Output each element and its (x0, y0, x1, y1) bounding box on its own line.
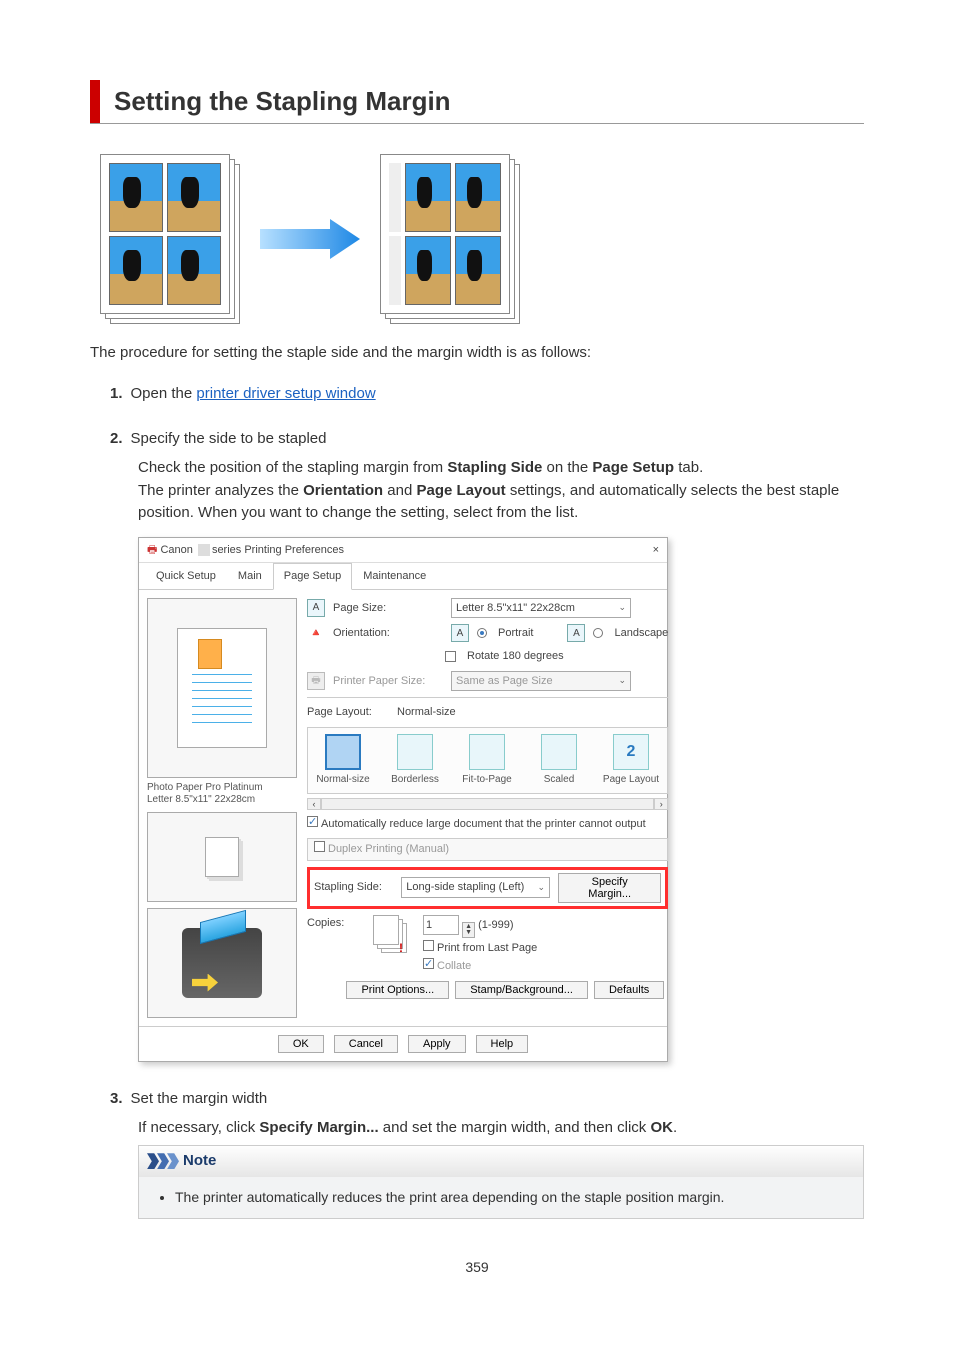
illustration-right-stack (380, 154, 520, 324)
note-panel: Note The printer automatically reduces t… (138, 1145, 864, 1219)
step-number: 3. (110, 1090, 123, 1107)
step-body: If necessary, click Specify Margin... an… (138, 1117, 864, 1219)
printer-driver-link[interactable]: printer driver setup window (196, 385, 375, 402)
page-number: 359 (90, 1259, 864, 1275)
step-title: Open the printer driver setup window (131, 385, 376, 402)
concept-illustration (100, 154, 864, 324)
tab-main[interactable]: Main (227, 563, 273, 589)
tab-quick-setup[interactable]: Quick Setup (145, 563, 227, 589)
arrow-right-icon (260, 219, 360, 259)
stapling-side-highlight: Stapling Side: Long-side stapling (Left)… (307, 867, 668, 909)
page-preview (147, 598, 297, 778)
note-arrows-icon (147, 1153, 177, 1169)
page-title: Setting the Stapling Margin (100, 80, 451, 123)
stapling-side-label: Stapling Side: (314, 879, 393, 896)
layout-scrollbar[interactable]: ‹› (307, 798, 668, 810)
step-1: 1. Open the printer driver setup window (110, 385, 864, 402)
illustration-left-stack (100, 154, 240, 324)
apply-button[interactable]: Apply (408, 1035, 466, 1053)
cancel-button[interactable]: Cancel (334, 1035, 398, 1053)
copies-label: Copies: (307, 915, 363, 932)
note-body: The printer automatically reduces the pr… (139, 1177, 863, 1218)
orientation-icon: 🔺 (307, 625, 325, 642)
copies-spinner[interactable]: ▲▼ (462, 922, 475, 938)
defaults-button[interactable]: Defaults (594, 981, 664, 999)
step-3: 3. Set the margin width If necessary, cl… (110, 1090, 864, 1219)
ok-button[interactable]: OK (278, 1035, 324, 1053)
printer-paper-dropdown: Same as Page Size⌄ (451, 671, 631, 692)
step-title: Set the margin width (131, 1090, 268, 1107)
printing-preferences-dialog: 🖶 Canon series Printing Preferences × Qu… (138, 537, 668, 1062)
scroll-right-icon[interactable]: › (654, 798, 668, 810)
step-title: Specify the side to be stapled (131, 430, 327, 447)
orientation-label: Orientation: (333, 625, 443, 642)
help-button[interactable]: Help (476, 1035, 529, 1053)
print-options-button[interactable]: Print Options... (346, 981, 449, 999)
dialog-titlebar: 🖶 Canon series Printing Preferences × (139, 538, 667, 564)
close-icon[interactable]: × (653, 542, 659, 559)
print-from-last-checkbox[interactable] (423, 940, 434, 951)
printer-paper-label: Printer Paper Size: (333, 673, 443, 690)
landscape-radio[interactable] (593, 628, 603, 638)
page-size-dropdown[interactable]: Letter 8.5"x11" 22x28cm⌄ (451, 598, 631, 619)
preview-label-line1: Photo Paper Pro Platinum (147, 782, 297, 794)
printer-preview (147, 908, 297, 1018)
secondary-preview (147, 812, 297, 902)
portrait-icon: A (451, 624, 469, 642)
tab-maintenance[interactable]: Maintenance (352, 563, 437, 589)
intro-text: The procedure for setting the staple sid… (90, 344, 864, 361)
scroll-left-icon[interactable]: ‹ (307, 798, 321, 810)
step-number: 2. (110, 430, 123, 447)
portrait-radio[interactable] (477, 628, 487, 638)
rotate-180-checkbox[interactable] (445, 651, 456, 662)
page-size-label: Page Size: (333, 600, 443, 617)
title-red-accent (90, 80, 100, 123)
copies-input[interactable]: 1 (423, 915, 459, 936)
preview-label-line2: Letter 8.5"x11" 22x28cm (147, 794, 297, 806)
dialog-tabs: Quick Setup Main Page Setup Maintenance (139, 563, 667, 590)
duplex-group: Duplex Printing (Manual) (307, 838, 668, 861)
page-layout-picker[interactable]: Normal-size Borderless Fit-to-Page Scale… (307, 727, 668, 794)
landscape-icon: A (567, 624, 585, 642)
step-2: 2. Specify the side to be stapled Check … (110, 430, 864, 1062)
auto-reduce-checkbox[interactable] (307, 816, 318, 827)
note-heading: Note (139, 1146, 863, 1177)
collate-checkbox (423, 958, 434, 969)
page-layout-label: Page Layout: (307, 704, 389, 721)
dialog-title: 🖶 Canon series Printing Preferences (147, 542, 344, 559)
step-body: Check the position of the stapling margi… (138, 457, 864, 1062)
specify-margin-button[interactable]: Specify Margin... (558, 873, 661, 903)
printer-paper-icon: 🖶 (307, 672, 325, 690)
page-size-icon: A (307, 599, 325, 617)
tab-page-setup[interactable]: Page Setup (273, 563, 353, 590)
stapling-side-dropdown[interactable]: Long-side stapling (Left)⌄ (401, 877, 550, 898)
step-number: 1. (110, 385, 123, 402)
page-title-bar: Setting the Stapling Margin (90, 80, 864, 124)
copies-icon: ! (373, 915, 413, 955)
stamp-background-button[interactable]: Stamp/Background... (455, 981, 588, 999)
chevron-down-icon: ⌄ (618, 601, 626, 615)
chevron-down-icon: ⌄ (538, 881, 546, 895)
